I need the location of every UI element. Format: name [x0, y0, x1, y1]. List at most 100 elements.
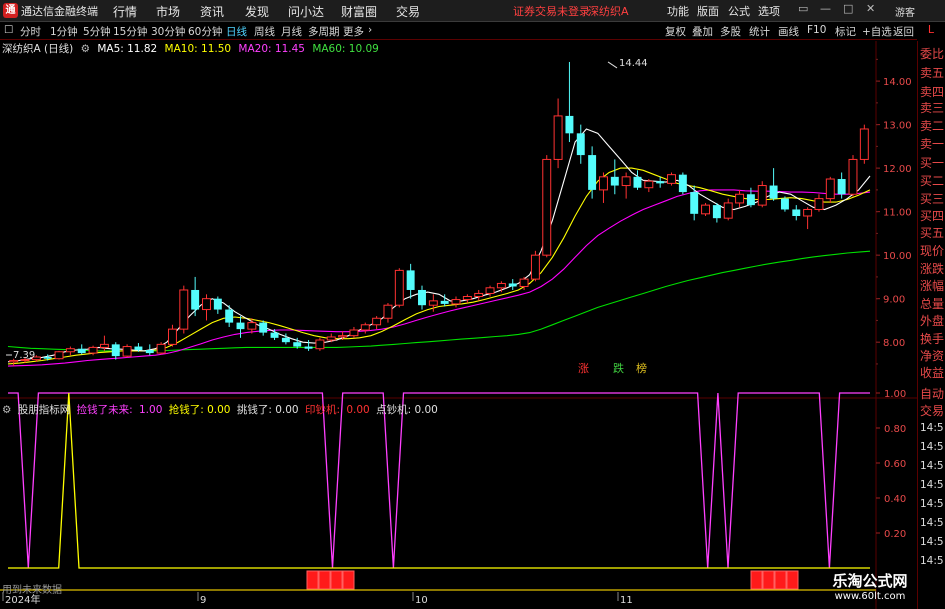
candle-body	[167, 328, 177, 345]
candle-body	[191, 289, 200, 310]
period-30min[interactable]: 30分钟	[151, 24, 185, 39]
menu-shichang[interactable]: 市场	[156, 3, 180, 20]
period-monthly[interactable]: 月线	[281, 24, 302, 39]
quote-item[interactable]: 换手	[920, 330, 944, 347]
back-button[interactable]: 返回	[893, 24, 914, 39]
quote-item[interactable]: 现价	[920, 242, 944, 259]
overlay-button[interactable]: 叠加	[692, 24, 713, 39]
menu-hangqing[interactable]: 行情	[113, 3, 137, 20]
trade-label[interactable]: 交易	[920, 402, 944, 419]
quote-item[interactable]: 卖三	[920, 99, 944, 116]
f10-button[interactable]: F10	[807, 24, 826, 36]
add-favorite-button[interactable]: +自选	[862, 24, 892, 39]
quote-item[interactable]: 委比	[920, 45, 944, 62]
l-panel-toggle[interactable]: L	[920, 23, 942, 40]
y-tick-label: 9.00	[883, 295, 905, 306]
restore-window-icon[interactable]: ▭	[798, 2, 808, 15]
indicator-name[interactable]: 股朋指标网	[18, 404, 71, 416]
candle-body	[65, 348, 75, 353]
candle-body	[723, 202, 733, 219]
menu-gongneng[interactable]: 功能	[667, 3, 689, 19]
candle-body	[338, 335, 348, 338]
ma5-line	[7, 128, 871, 363]
quote-item[interactable]: 买一	[920, 154, 944, 171]
mark-button[interactable]: 标记	[835, 24, 856, 39]
quote-item[interactable]: 卖五	[920, 64, 944, 81]
statistics-button[interactable]: 统计	[749, 24, 770, 39]
quote-item[interactable]: 总量	[920, 295, 944, 312]
signal-line	[8, 392, 870, 569]
quote-item[interactable]: 买四	[920, 207, 944, 224]
marker-zhang[interactable]: 涨	[578, 360, 589, 376]
quote-item[interactable]: 卖一	[920, 135, 944, 152]
candle-body	[360, 324, 370, 331]
draw-line-button[interactable]: 画线	[778, 24, 799, 39]
login-warning[interactable]: 证券交易未登录	[513, 3, 590, 19]
period-15min[interactable]: 15分钟	[113, 24, 147, 39]
period-5min[interactable]: 5分钟	[83, 24, 111, 39]
x-tick-label: 9	[200, 595, 206, 606]
quote-item[interactable]: 收益	[920, 364, 944, 381]
minimize-icon[interactable]: —	[820, 2, 831, 15]
period-daily[interactable]: 日线	[226, 24, 247, 39]
marker-bang[interactable]: 榜	[636, 360, 647, 376]
guest-label[interactable]: 游客	[895, 4, 915, 19]
period-1min[interactable]: 1分钟	[50, 24, 78, 39]
menu-jiaoyi[interactable]: 交易	[396, 3, 420, 20]
indicator-line	[8, 392, 870, 569]
candle-body	[542, 158, 552, 256]
candle-body	[213, 298, 222, 310]
watermark-logo: 乐淘公式网	[832, 572, 908, 590]
indicator-settings-icon[interactable]: ⚙	[2, 404, 11, 416]
candle-body	[553, 115, 563, 160]
quote-item[interactable]: 净资	[920, 347, 944, 364]
trade-time: 14:5	[920, 460, 944, 472]
menu-faxian[interactable]: 发现	[245, 3, 269, 20]
auto-trade-label[interactable]: 自动	[920, 385, 944, 402]
candle-body	[156, 343, 166, 354]
candle-body	[837, 179, 846, 195]
period-weekly[interactable]: 周线	[254, 24, 275, 39]
candle-body	[440, 300, 449, 304]
quote-item[interactable]: 外盘	[920, 312, 944, 329]
more-arrow-icon[interactable]: ›	[368, 24, 372, 36]
candle-body	[848, 158, 858, 195]
menu-gongshi[interactable]: 公式	[728, 3, 750, 19]
multi-stock-button[interactable]: 多股	[720, 24, 741, 39]
ind-tick-label: 1.00	[884, 389, 906, 400]
menu-wenxiaoda[interactable]: 问小达	[288, 3, 324, 20]
period-60min[interactable]: 60分钟	[188, 24, 222, 39]
quote-item[interactable]: 涨幅	[920, 277, 944, 294]
signal-box	[750, 570, 763, 590]
period-fenshi[interactable]: 分时	[20, 24, 41, 39]
title-stock-name: 深纺织A	[588, 5, 629, 18]
candle-body	[315, 339, 325, 350]
candle-body	[656, 181, 665, 184]
checkbox-icon[interactable]: ☐	[4, 24, 13, 36]
period-more[interactable]: 更多	[343, 24, 364, 39]
quote-item[interactable]: 买二	[920, 172, 944, 189]
quote-item[interactable]: 买三	[920, 190, 944, 207]
marker-die[interactable]: 跌	[613, 360, 624, 376]
app-name: 通达信金融终端	[21, 5, 98, 18]
close-icon[interactable]: ✕	[866, 2, 875, 15]
menu-zixun[interactable]: 资讯	[200, 3, 224, 20]
trade-time: 14:5	[920, 422, 944, 434]
quote-item[interactable]: 涨跌	[920, 260, 944, 277]
indicator-field3: 挑钱了: 0.00	[236, 404, 299, 416]
period-multi[interactable]: 多周期	[308, 24, 340, 39]
fuquan-button[interactable]: 复权	[665, 24, 686, 39]
quote-item[interactable]: 卖二	[920, 117, 944, 134]
kline-chart[interactable]: 14.00 13.00 12.00 11.00 10.00 9.00 8.00 1.00 0.…	[0, 41, 917, 609]
quote-item[interactable]: 卖四	[920, 83, 944, 100]
maximize-icon[interactable]: □	[843, 2, 853, 15]
quote-item[interactable]: 买五	[920, 224, 944, 241]
candle-body	[383, 304, 393, 319]
menu-caifuquan[interactable]: 财富圈	[341, 3, 377, 20]
indicator-panel: 1.00 0.80 0.60 0.40 0.20	[0, 389, 906, 591]
menu-xuanxiang[interactable]: 选项	[758, 3, 780, 19]
menu-banmian[interactable]: 版面	[697, 3, 719, 19]
signal-box	[762, 570, 775, 590]
candle-body	[588, 155, 597, 190]
watermark-url: www.60lt.com	[834, 591, 906, 602]
